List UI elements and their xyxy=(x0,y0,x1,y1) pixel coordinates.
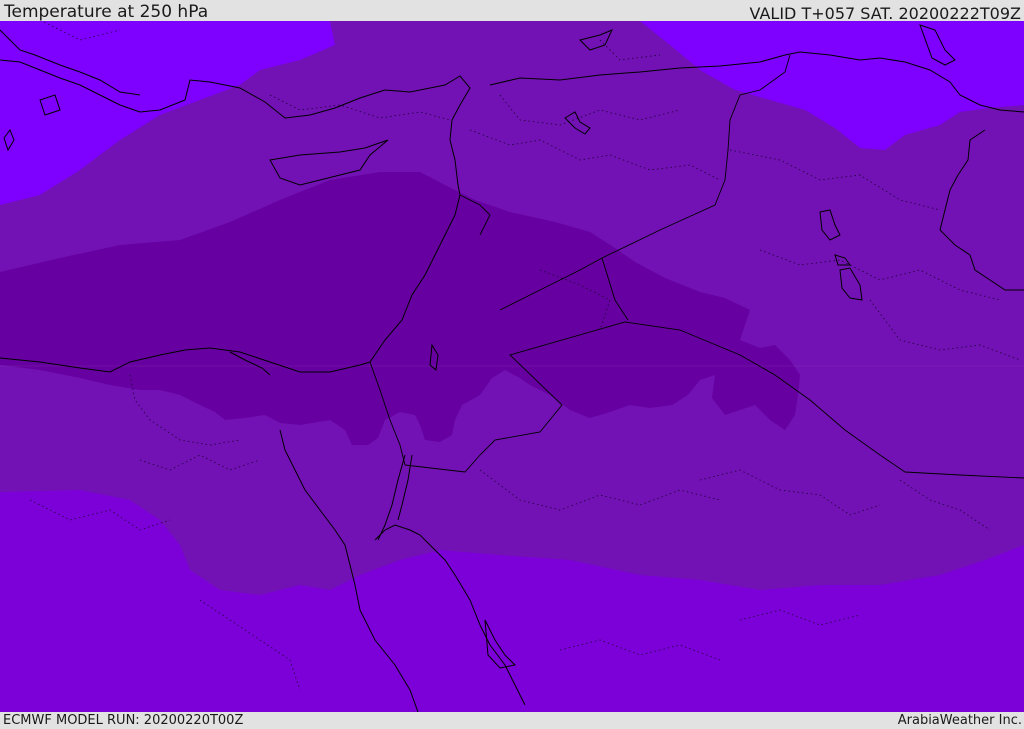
map-title: Temperature at 250 hPa xyxy=(4,2,209,22)
footer-bar: ECMWF MODEL RUN: 20200220T00Z ArabiaWeat… xyxy=(0,712,1024,729)
model-run-label: ECMWF MODEL RUN: 20200220T00Z xyxy=(3,713,244,728)
header-bar: Temperature at 250 hPa VALID T+057 SAT. … xyxy=(0,0,1024,23)
credit-label: ArabiaWeather Inc. xyxy=(897,713,1022,728)
weather-map xyxy=(0,21,1024,712)
